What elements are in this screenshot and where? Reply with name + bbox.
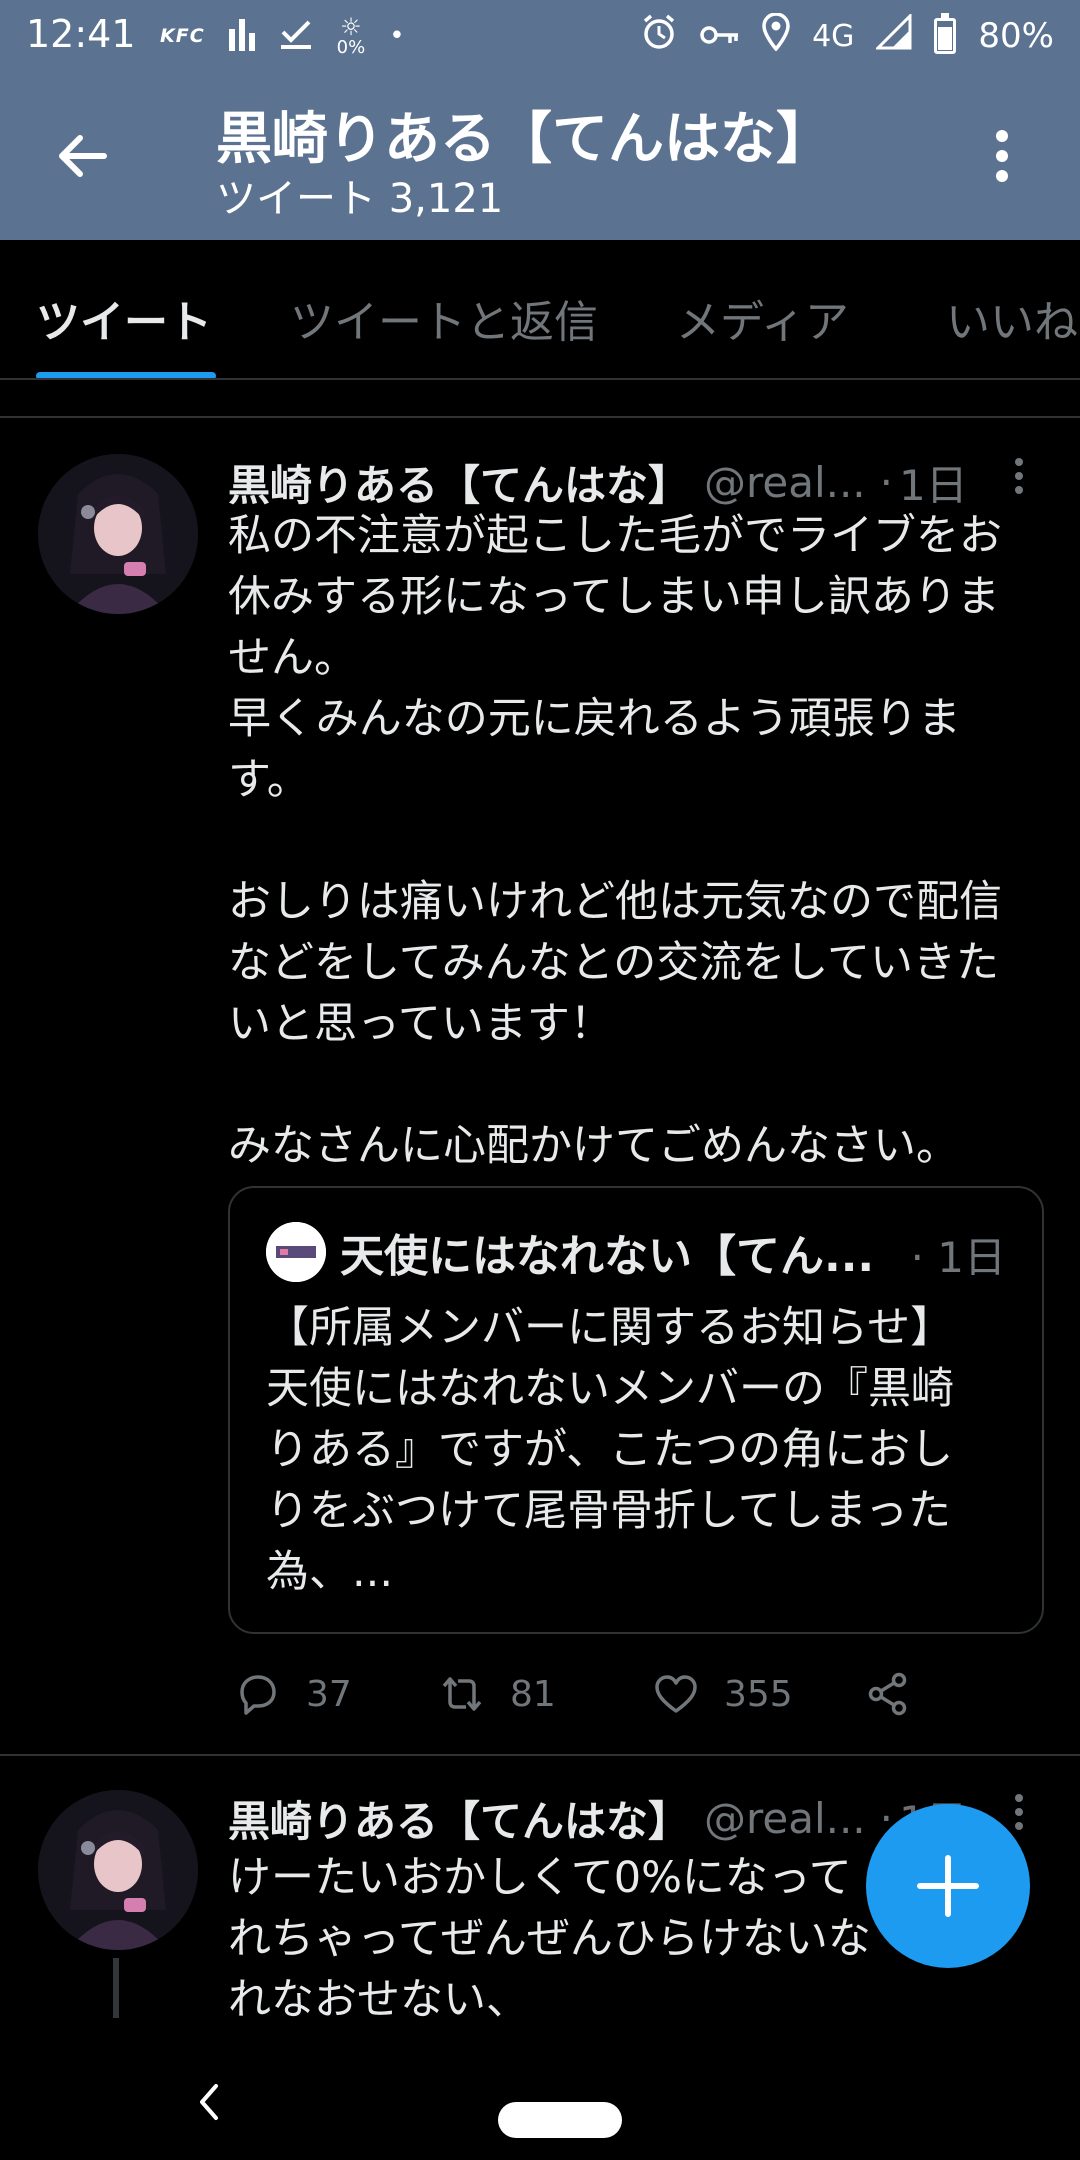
- nav-back-icon[interactable]: [196, 2082, 220, 2122]
- more-options-icon[interactable]: [980, 126, 1024, 186]
- brightness-value: 0%: [336, 37, 366, 58]
- kfc-icon: KFC: [160, 25, 205, 47]
- reply-icon: [240, 1675, 276, 1715]
- quoted-avatar: [266, 1222, 326, 1282]
- compose-tweet-button[interactable]: [866, 1804, 1030, 1968]
- author-handle[interactable]: @real...: [704, 1794, 866, 1843]
- heart-icon: [655, 1675, 697, 1713]
- back-arrow-icon[interactable]: [52, 126, 112, 186]
- system-icons: 4G 80%: [640, 10, 1054, 62]
- battery-icon: [934, 13, 957, 54]
- retweet-icon: [442, 1677, 482, 1711]
- cell-signal-icon: [874, 11, 912, 59]
- author-handle[interactable]: @real...: [704, 458, 866, 507]
- separator-dot: ·: [879, 458, 894, 507]
- tweet-header: 黒崎りある【てんはな】 @real... · 1日: [228, 452, 968, 513]
- reply-button[interactable]: 37: [234, 1664, 352, 1724]
- divider: [0, 1754, 1080, 1756]
- signal-bars-icon: [228, 15, 255, 57]
- location-icon: [762, 11, 790, 60]
- battery-percent: 80%: [978, 16, 1054, 56]
- status-time: 12:41: [26, 12, 136, 56]
- tab-tweets-and-replies[interactable]: ツイートと返信: [290, 286, 598, 350]
- sun-icon: ☼: [340, 13, 362, 41]
- status-bar: 12:41 KFC ☼ 0% • 4G 80%: [0, 0, 1080, 72]
- thread-line: [113, 1958, 119, 2018]
- network-type: 4G: [812, 18, 855, 54]
- retweet-button[interactable]: 81: [438, 1664, 556, 1724]
- avatar[interactable]: [38, 454, 198, 614]
- reply-count: 37: [306, 1673, 352, 1715]
- dot-icon: •: [389, 21, 405, 51]
- tweet-menu-icon[interactable]: [1004, 1792, 1034, 1832]
- tweet-count: ツイート 3,121: [216, 176, 504, 222]
- tweet-time: 1日: [899, 461, 968, 510]
- avatar[interactable]: [38, 1790, 198, 1950]
- quoted-text: 【所属メンバーに関するお知らせ】 天使にはなれないメンバーの『黒崎 りある』です…: [266, 1303, 954, 1597]
- key-icon: [700, 16, 740, 56]
- like-count: 355: [724, 1673, 793, 1715]
- profile-name-title: 黒崎りある【てんはな】: [216, 107, 832, 172]
- tab-media[interactable]: メディア: [676, 286, 849, 350]
- plus-icon: [917, 1855, 979, 1917]
- quoted-tweet[interactable]: 天使にはなれない【てん... · 1日 【所属メンバーに関するお知らせ】 天使に…: [228, 1186, 1044, 1634]
- quoted-time: · 1日: [910, 1233, 1006, 1282]
- author-name[interactable]: 黒崎りある【てんはな】: [228, 452, 690, 513]
- home-pill[interactable]: [498, 2102, 622, 2138]
- notification-icons: KFC ☼ 0% •: [160, 14, 405, 58]
- tweet-menu-icon[interactable]: [1004, 456, 1034, 496]
- tweet-actions: 37 81 355: [228, 1664, 1028, 1724]
- author-name[interactable]: 黒崎りある【てんはな】: [228, 1788, 690, 1849]
- like-button[interactable]: 355: [652, 1664, 793, 1724]
- share-button[interactable]: [864, 1664, 912, 1724]
- tweet-text: 私の不注意が起こした毛がでライブをお 休みする形になってしまい申し訳ありま せん…: [228, 511, 1002, 1171]
- quoted-author-name: 天使にはなれない【てん...: [340, 1231, 875, 1282]
- tab-tweets[interactable]: ツイート: [36, 286, 212, 350]
- download-done-icon: [279, 16, 313, 56]
- alarm-icon: [640, 13, 678, 60]
- profile-tabs: ツイート ツイートと返信 メディア いいね: [0, 240, 1080, 380]
- active-tab-indicator: [36, 372, 216, 378]
- tab-likes[interactable]: いいね: [946, 286, 1078, 350]
- tweet-header: 黒崎りある【てんはな】 @real... · 1日: [228, 1788, 968, 1849]
- system-nav-bar: [0, 2030, 1080, 2160]
- app-bar: 黒崎りある【てんはな】 ツイート 3,121: [0, 72, 1080, 240]
- share-icon: [868, 1672, 907, 1716]
- brightness-icon: ☼ 0%: [337, 15, 366, 57]
- retweet-count: 81: [510, 1673, 556, 1715]
- divider: [0, 416, 1080, 418]
